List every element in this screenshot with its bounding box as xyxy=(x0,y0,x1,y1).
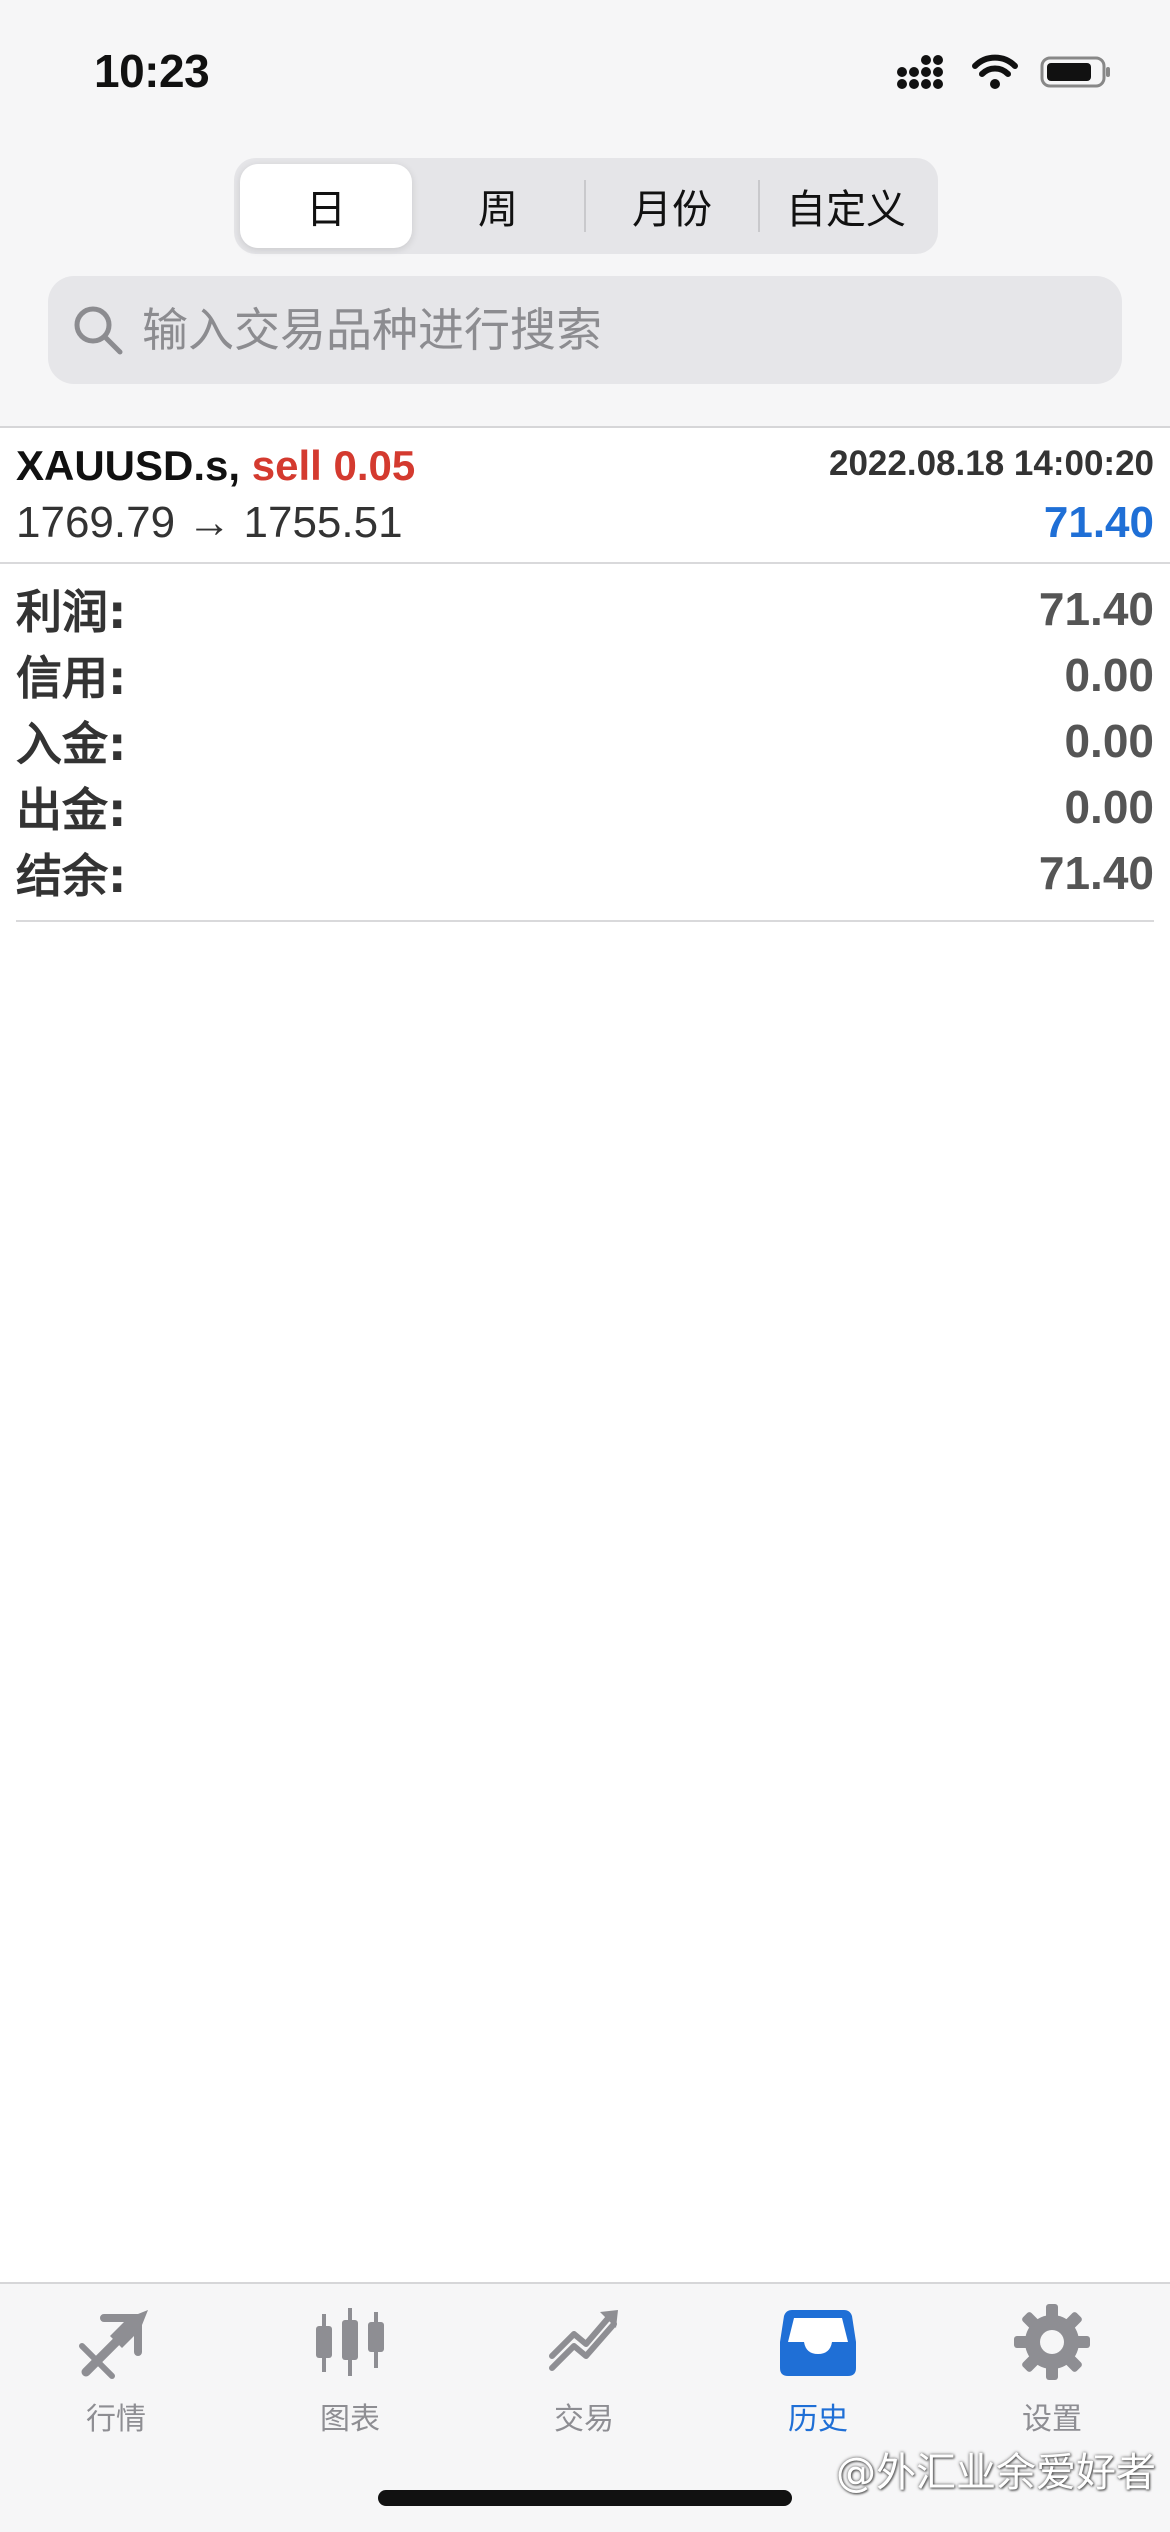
tab-label: 历史 xyxy=(788,2402,848,2437)
segment-month[interactable]: 月份 xyxy=(586,164,758,248)
status-time: 10:23 xyxy=(94,45,210,97)
wifi-icon xyxy=(972,54,1018,89)
search-input[interactable] xyxy=(142,303,1042,357)
summary-label: 出金: xyxy=(16,783,127,837)
summary-row-withdrawal: 出金: 0.00 xyxy=(16,774,1154,840)
segment-day[interactable]: 日 xyxy=(240,164,412,248)
segment-custom[interactable]: 自定义 xyxy=(760,164,932,248)
trade-profit: 71.40 xyxy=(1043,498,1154,547)
trade-datetime: 2022.08.18 14:00:20 xyxy=(829,444,1154,483)
tab-label: 行情 xyxy=(86,2402,146,2437)
tab-label: 图表 xyxy=(320,2402,380,2437)
summary-label: 信用: xyxy=(16,651,127,705)
tab-label: 交易 xyxy=(554,2402,614,2437)
trade-row[interactable]: XAUUSD.s, sell 0.05 2022.08.18 14:00:20 … xyxy=(0,430,1170,564)
battery-icon xyxy=(1040,56,1110,88)
gear-icon xyxy=(1014,2304,1090,2380)
tab-quotes[interactable]: 行情 xyxy=(26,2302,206,2438)
tab-trade[interactable]: 交易 xyxy=(494,2302,674,2438)
history-inbox-icon xyxy=(780,2310,856,2376)
status-icons xyxy=(896,52,1112,92)
screen: 10:23 日 周 月份 自定义 输入交易品种进行搜索 XAUUSD.s, se… xyxy=(0,0,1170,2532)
cellular-signal-icon xyxy=(897,55,943,89)
period-segmented-control: 日 周 月份 自定义 xyxy=(234,158,938,254)
summary-value: 0.00 xyxy=(1064,715,1154,767)
summary-value: 71.40 xyxy=(1038,847,1154,899)
tab-history[interactable]: 历史 xyxy=(728,2302,908,2438)
summary-label: 入金: xyxy=(16,717,127,771)
tab-settings[interactable]: 设置 xyxy=(962,2302,1142,2438)
trade-prices: 1769.79 → 1755.51 xyxy=(16,498,403,547)
trade-chart-icon xyxy=(549,2310,618,2371)
summary-row-deposit: 入金: 0.00 xyxy=(16,708,1154,774)
quotes-icon xyxy=(79,2310,148,2379)
summary-row-profit: 利润: 71.40 xyxy=(16,576,1154,642)
watermark: @外汇业余爱好者 xyxy=(836,2450,1156,2496)
home-indicator[interactable] xyxy=(378,2490,792,2506)
candlestick-chart-icon xyxy=(316,2308,384,2376)
header: 10:23 日 周 月份 自定义 输入交易品种进行搜索 xyxy=(0,0,1170,428)
summary-value: 0.00 xyxy=(1064,781,1154,833)
tab-label: 设置 xyxy=(1022,2402,1082,2437)
trade-side: sell 0.05 xyxy=(251,442,416,489)
search-icon xyxy=(74,306,123,355)
segment-week[interactable]: 周 xyxy=(412,164,584,248)
summary-row-balance: 结余: 71.40 xyxy=(16,840,1154,906)
summary-label: 结余: xyxy=(16,849,127,903)
summary-value: 71.40 xyxy=(1038,583,1154,635)
search-bar[interactable] xyxy=(48,276,1122,384)
summary-label: 利润: xyxy=(16,585,127,639)
summary-row-credit: 信用: 0.00 xyxy=(16,642,1154,708)
tab-charts[interactable]: 图表 xyxy=(260,2302,440,2438)
trade-symbol-line: XAUUSD.s, sell 0.05 xyxy=(16,442,415,490)
account-summary: 利润: 71.40 信用: 0.00 入金: 0.00 出金: 0.00 结余:… xyxy=(16,576,1154,922)
summary-value: 0.00 xyxy=(1064,649,1154,701)
trade-symbol: XAUUSD.s, xyxy=(16,442,241,489)
